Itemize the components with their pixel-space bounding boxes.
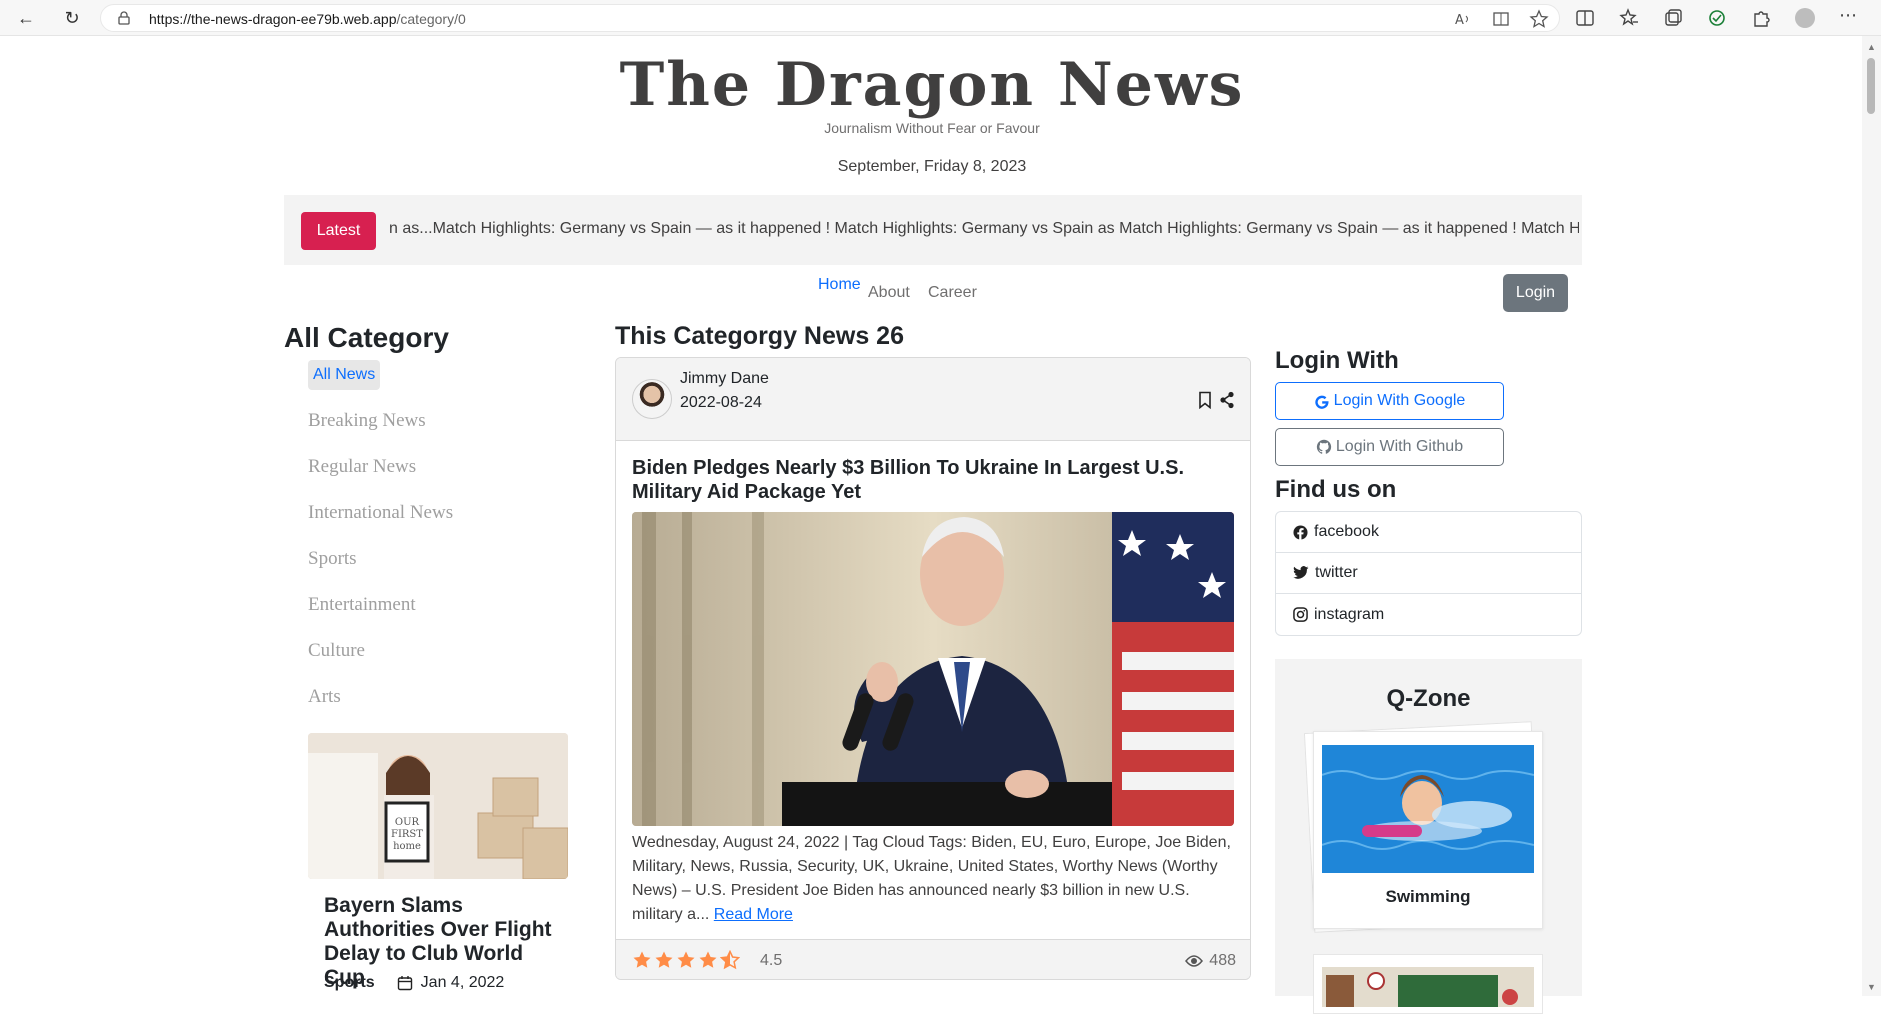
calendar-icon (397, 976, 412, 991)
browser-toolbar: ← ↻ https://the-news-dragon-ee79b.web.ap… (0, 0, 1881, 36)
reload-icon[interactable]: ↻ (60, 6, 84, 30)
svg-text:OUR: OUR (395, 817, 420, 828)
classroom-image[interactable] (1322, 967, 1534, 1007)
author-avatar (632, 379, 672, 419)
scroll-down-icon[interactable]: ▼ (1867, 982, 1876, 992)
back-icon[interactable]: ← (14, 6, 38, 30)
star-icon (655, 951, 673, 968)
news-card-footer: 4.5 488 (616, 939, 1250, 979)
author-name: Jimmy Dane (680, 370, 769, 387)
svg-text:FIRST: FIRST (391, 829, 423, 840)
scrollbar-thumb[interactable] (1867, 58, 1875, 114)
login-github-button[interactable]: Login With Github (1275, 428, 1504, 466)
social-twitter[interactable]: twitter (1276, 553, 1581, 594)
more-menu-icon[interactable]: ⋯ (1839, 6, 1859, 28)
find-us-heading: Find us on (1275, 476, 1397, 503)
category-sports[interactable]: Sports (308, 536, 453, 582)
split-screen-icon[interactable] (1575, 8, 1595, 28)
address-bar[interactable]: https://the-news-dragon-ee79b.web.app/ca… (100, 4, 1560, 32)
news-excerpt: Wednesday, August 24, 2022 | Tag Cloud T… (632, 834, 1231, 923)
category-culture[interactable]: Culture (308, 628, 453, 674)
instagram-icon (1293, 607, 1308, 622)
read-aloud-icon[interactable]: A (1453, 9, 1473, 29)
nav-career[interactable]: Career (928, 284, 977, 302)
login-button[interactable]: Login (1503, 274, 1568, 312)
side-news-meta: Sports Jan 4, 2022 (324, 974, 504, 992)
eye-icon (1185, 955, 1204, 967)
google-icon (1314, 395, 1329, 409)
site-tagline: Journalism Without Fear or Favour (824, 120, 1040, 136)
q-zone-label: Swimming (1385, 887, 1471, 906)
bookmark-icon[interactable] (1197, 391, 1213, 409)
news-card-header: Jimmy Dane 2022-08-24 (616, 358, 1250, 441)
star-icon (699, 951, 717, 968)
svg-text:home: home (393, 841, 421, 852)
category-all-news[interactable]: All News (308, 360, 381, 390)
star-icon (677, 951, 695, 968)
category-regular-news[interactable]: Regular News (308, 444, 453, 490)
social-facebook[interactable]: facebook (1276, 512, 1581, 553)
half-star-icon (720, 950, 740, 970)
rating-value: 4.5 (760, 952, 783, 969)
github-icon (1316, 439, 1332, 454)
login-google-button[interactable]: Login With Google (1275, 382, 1504, 420)
news-image[interactable] (632, 512, 1234, 826)
nav-about[interactable]: About (868, 284, 910, 302)
view-count: 488 (1185, 952, 1236, 970)
swimming-image[interactable] (1322, 745, 1534, 873)
scroll-up-icon[interactable]: ▲ (1867, 42, 1876, 52)
favorites-icon[interactable] (1619, 8, 1639, 28)
social-links: facebook twitter instagram (1275, 511, 1582, 636)
category-breaking-news[interactable]: Breaking News (308, 398, 453, 444)
reader-view-icon[interactable] (1491, 9, 1511, 29)
login-with-heading: Login With (1275, 347, 1399, 374)
nav-home[interactable]: Home (818, 276, 861, 294)
url-text: https://the-news-dragon-ee79b.web.app/ca… (149, 11, 466, 27)
extensions-icon[interactable] (1707, 8, 1727, 28)
site-logo: The Dragon News (619, 50, 1245, 120)
svg-text:A: A (1455, 13, 1464, 28)
news-card: Jimmy Dane 2022-08-24 Biden Pledges Near… (615, 357, 1251, 980)
share-icon[interactable] (1219, 391, 1235, 409)
category-international-news[interactable]: International News (308, 490, 453, 536)
lock-icon (118, 11, 130, 25)
category-arts[interactable]: Arts (308, 674, 453, 720)
category-entertainment[interactable]: Entertainment (308, 582, 453, 628)
ticker-marquee[interactable]: n as...Match Highlights: Germany vs Spai… (389, 220, 1579, 238)
puzzle-icon[interactable] (1751, 8, 1771, 28)
social-instagram[interactable]: instagram (1276, 594, 1581, 635)
profile-avatar-icon[interactable] (1795, 8, 1815, 28)
twitter-icon (1293, 566, 1309, 579)
published-date: 2022-08-24 (680, 394, 762, 411)
latest-news-ticker: Latest n as...Match Highlights: Germany … (284, 195, 1582, 265)
read-more-link[interactable]: Read More (714, 906, 793, 923)
q-zone-heading: Q-Zone (1386, 685, 1471, 712)
collections-icon[interactable] (1663, 8, 1683, 28)
category-news-heading: This Categorgy News 26 (615, 322, 904, 350)
facebook-icon (1293, 524, 1308, 540)
q-zone-panel: Q-Zone Swimming (1275, 659, 1582, 1014)
rating-stars (632, 950, 740, 970)
latest-button[interactable]: Latest (301, 212, 376, 250)
category-list: All News Breaking News Regular News Inte… (308, 360, 453, 720)
side-news-category: Sports (324, 974, 375, 991)
side-news-date: Jan 4, 2022 (420, 974, 505, 991)
current-date: September, Friday 8, 2023 (837, 158, 1027, 175)
favorite-star-icon[interactable] (1529, 9, 1549, 29)
news-headline[interactable]: Biden Pledges Nearly $3 Billion To Ukrai… (632, 456, 1232, 504)
all-category-heading: All Category (284, 322, 449, 353)
page-scrollbar[interactable]: ▲ ▼ (1862, 36, 1881, 996)
star-icon (633, 951, 651, 968)
side-news-image[interactable]: OUR FIRST home (308, 733, 568, 879)
